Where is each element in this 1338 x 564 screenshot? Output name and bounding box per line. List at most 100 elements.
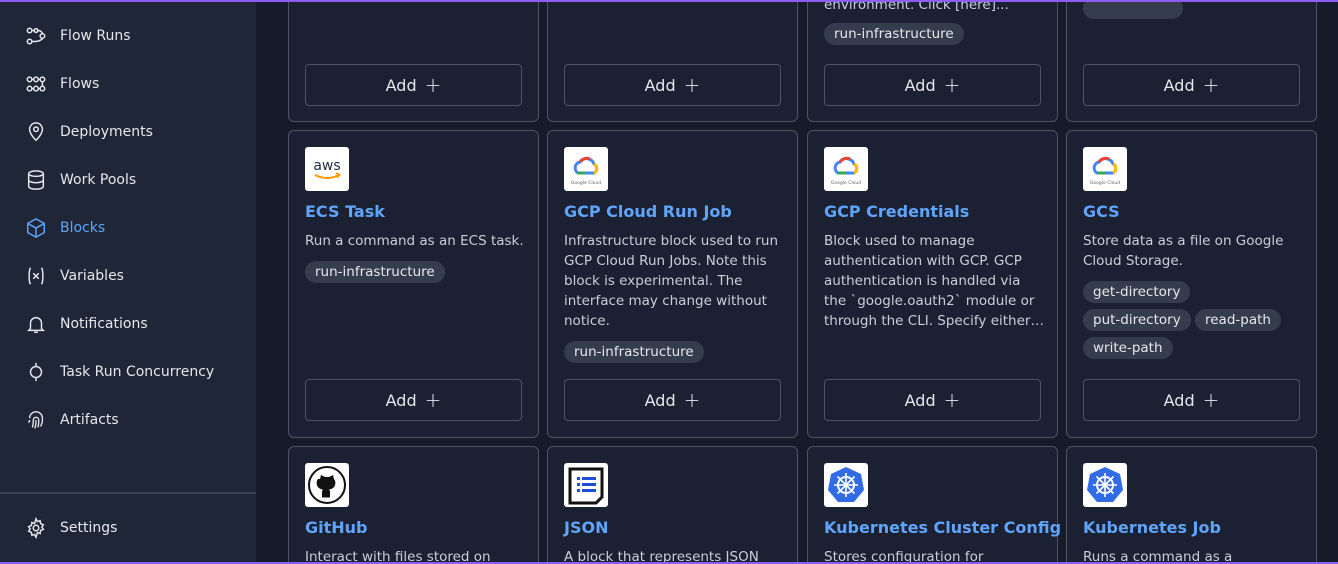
google-cloud-logo: Google Cloud: [824, 147, 868, 191]
block-description: Infrastructure block used to run GCP Clo…: [564, 233, 779, 329]
sidebar-item-deployments[interactable]: Deployments: [24, 118, 244, 146]
add-label: Add: [385, 390, 417, 410]
tag: write-path: [1083, 337, 1173, 359]
add-button[interactable]: Add +: [564, 379, 781, 421]
add-button[interactable]: Add +: [564, 64, 781, 106]
add-label: Add: [904, 75, 936, 95]
add-button[interactable]: Add +: [824, 379, 1041, 421]
plus-icon: +: [683, 388, 701, 412]
block-description: environment. Click [here]...: [824, 2, 1009, 13]
sidebar-item-label: Artifacts: [60, 412, 119, 428]
svg-text:Google Cloud: Google Cloud: [831, 180, 861, 186]
sidebar-item-artifacts[interactable]: Artifacts: [24, 406, 244, 434]
block-card-kubernetes-job: Kubernetes Job Runs a command as a: [1066, 446, 1317, 562]
block-card: Add +: [1066, 2, 1317, 122]
block-description: Interact with files stored on: [305, 549, 491, 562]
block-title[interactable]: GCS: [1083, 202, 1120, 221]
sidebar-item-task-run-concurrency[interactable]: Task Run Concurrency: [24, 358, 244, 386]
location-pin-icon: [24, 120, 48, 144]
plus-icon: +: [1202, 73, 1220, 97]
variable-icon: [24, 264, 48, 288]
gear-icon: [24, 516, 48, 540]
block-card-gcs: Google Cloud GCS Store data as a file on…: [1066, 130, 1317, 438]
block-title[interactable]: Kubernetes Job: [1083, 518, 1221, 537]
tag: run-infrastructure: [305, 261, 445, 283]
block-description: Run a command as an ECS task.: [305, 233, 524, 249]
tag: get-directory: [1083, 281, 1191, 303]
block-description: Stores configuration for: [824, 549, 984, 562]
block-title[interactable]: GitHub: [305, 518, 368, 537]
add-button[interactable]: Add +: [824, 64, 1041, 106]
add-label: Add: [1163, 390, 1195, 410]
block-card: environment. Click [here]... run-infrast…: [807, 2, 1058, 122]
block-title[interactable]: GCP Credentials: [824, 202, 969, 221]
block-title[interactable]: ECS Task: [305, 202, 385, 221]
sidebar-item-variables[interactable]: Variables: [24, 262, 244, 290]
block-card-kubernetes-cluster-config: Kubernetes Cluster Config Stores configu…: [807, 446, 1061, 562]
add-button[interactable]: Add +: [1083, 379, 1300, 421]
sidebar-item-label: Task Run Concurrency: [60, 364, 215, 380]
aws-logo: aws: [305, 147, 349, 191]
svg-text:Google Cloud: Google Cloud: [1090, 180, 1120, 186]
sidebar-item-blocks[interactable]: Blocks: [24, 214, 244, 242]
tag: [1083, 2, 1183, 19]
tag: put-directory: [1083, 309, 1191, 331]
tag: run-infrastructure: [564, 341, 704, 363]
block-title[interactable]: GCP Cloud Run Job: [564, 202, 732, 221]
bell-icon: [24, 312, 48, 336]
sidebar-item-settings[interactable]: Settings: [24, 514, 244, 542]
plus-icon: +: [943, 73, 961, 97]
add-button[interactable]: Add +: [305, 64, 522, 106]
block-description: Block used to manage authentication with…: [824, 233, 1044, 329]
sidebar-item-label: Work Pools: [60, 172, 137, 188]
add-label: Add: [385, 75, 417, 95]
block-card-github: GitHub Interact with files stored on: [288, 446, 539, 562]
block-card-gcp-cloud-run-job: Google Cloud GCP Cloud Run Job Infrastru…: [547, 130, 798, 438]
sidebar-item-label: Flow Runs: [60, 28, 131, 44]
block-card: Add +: [288, 2, 539, 122]
concurrency-icon: [24, 360, 48, 384]
block-card-json: JSON A block that represents JSON: [547, 446, 798, 562]
plus-icon: +: [683, 73, 701, 97]
plus-icon: +: [424, 388, 442, 412]
sidebar: Flow Runs Flows Deployments Work Pools B…: [0, 2, 256, 562]
blocks-grid: Add + Add + environment. Click [here]... r…: [256, 2, 1338, 562]
block-title[interactable]: Kubernetes Cluster Config: [824, 518, 1061, 537]
block-card-ecs-task: aws ECS Task Run a command as an ECS tas…: [288, 130, 539, 438]
block-card: Add +: [547, 2, 798, 122]
block-card-gcp-credentials: Google Cloud GCP Credentials Block used …: [807, 130, 1058, 438]
sidebar-item-label: Notifications: [60, 316, 148, 332]
plus-icon: +: [1202, 388, 1220, 412]
fingerprint-icon: [24, 408, 48, 432]
github-logo: [305, 463, 349, 507]
sidebar-item-label: Variables: [60, 268, 124, 284]
plus-icon: +: [943, 388, 961, 412]
cube-icon: [24, 216, 48, 240]
tag: run-infrastructure: [824, 23, 964, 45]
sidebar-item-label: Blocks: [60, 220, 106, 236]
block-description: Runs a command as a: [1083, 549, 1233, 562]
block-description: Store data as a file on Google Cloud Sto…: [1083, 233, 1284, 269]
add-button[interactable]: Add +: [305, 379, 522, 421]
kubernetes-logo: [824, 463, 868, 507]
add-label: Add: [1163, 75, 1195, 95]
flow-runs-icon: [24, 24, 48, 48]
sidebar-item-notifications[interactable]: Notifications: [24, 310, 244, 338]
block-title[interactable]: JSON: [564, 518, 608, 537]
sidebar-item-flows[interactable]: Flows: [24, 70, 244, 98]
kubernetes-logo: [1083, 463, 1127, 507]
tag: read-path: [1195, 309, 1281, 331]
sidebar-item-label: Settings: [60, 520, 118, 536]
sidebar-item-flow-runs[interactable]: Flow Runs: [24, 22, 244, 50]
sidebar-divider: [0, 492, 256, 494]
flows-icon: [24, 72, 48, 96]
sidebar-item-label: Deployments: [60, 124, 153, 140]
plus-icon: +: [424, 73, 442, 97]
sidebar-item-work-pools[interactable]: Work Pools: [24, 166, 244, 194]
add-label: Add: [904, 390, 936, 410]
add-label: Add: [644, 75, 676, 95]
svg-text:aws: aws: [313, 158, 340, 174]
google-cloud-logo: Google Cloud: [564, 147, 608, 191]
add-label: Add: [644, 390, 676, 410]
add-button[interactable]: Add +: [1083, 64, 1300, 106]
